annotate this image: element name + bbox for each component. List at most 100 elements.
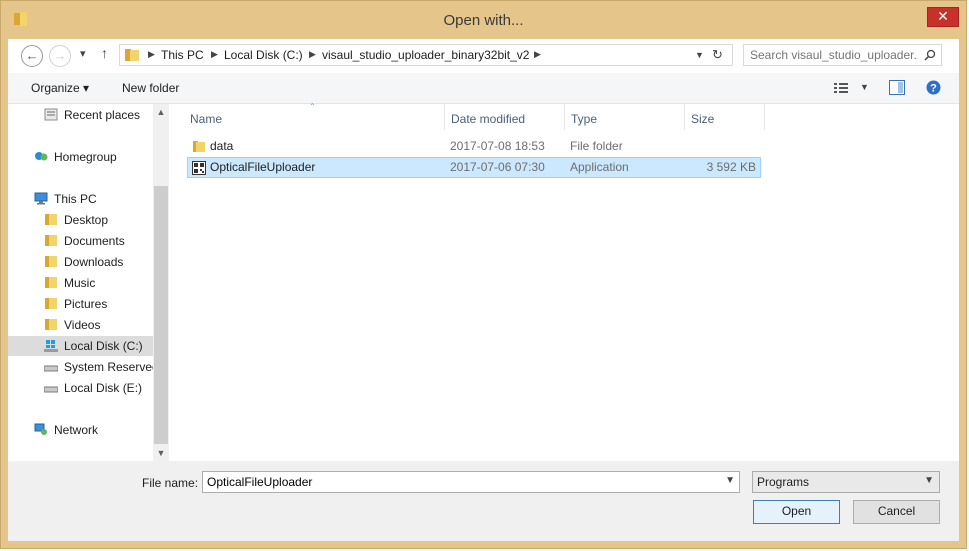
file-date: 2017-07-08 18:53 [450,139,545,153]
nav-item-label: Documents [64,234,125,248]
folder-icon [45,256,57,267]
file-name-label: File name: [142,476,199,490]
nav-item-downloads[interactable]: Downloads [8,252,153,272]
help-icon[interactable]: ? [926,80,941,95]
open-with-dialog: Open with... ✕ ← → ▾ ↑ ▶ This PC ▶ Local… [0,0,967,549]
nav-item-label: Downloads [64,255,124,269]
application-icon [192,161,206,175]
scroll-down-icon[interactable]: ▼ [153,445,169,461]
breadcrumb-this-pc[interactable]: This PC [161,48,204,62]
nav-item-videos[interactable]: Videos [8,315,153,335]
nav-item-music[interactable]: Music [8,273,153,293]
address-bar[interactable]: ▶ This PC ▶ Local Disk (C:) ▶ visaul_stu… [119,44,733,66]
network-icon [34,423,47,435]
scroll-up-icon[interactable]: ▲ [153,104,169,120]
nav-item-label: This PC [54,192,97,206]
file-type-value: Programs [757,475,810,489]
breadcrumb-separator-icon[interactable]: ▶ [211,49,218,60]
folder-icon [125,49,139,61]
nav-item-this-pc[interactable]: This PC [8,189,153,209]
svg-text:?: ? [930,83,937,95]
file-name-combobox[interactable]: ▼ [202,471,740,493]
chevron-down-icon[interactable]: ▼ [924,475,934,486]
view-options-icon[interactable] [834,82,850,94]
refresh-icon[interactable]: ↻ [712,47,723,63]
search-input[interactable] [750,47,918,63]
folder-icon [193,141,205,152]
nav-item-label: Pictures [64,297,108,311]
back-button[interactable]: ← [21,45,43,67]
file-name-input[interactable] [207,475,707,489]
folder-icon [45,214,57,225]
nav-item-label: Local Disk (C:) [64,339,143,353]
close-button[interactable]: ✕ [927,7,959,27]
nav-item-label: Recent places [64,108,141,122]
file-name: OpticalFileUploader [210,160,316,174]
window-title: Open with... [443,12,524,29]
column-divider[interactable] [564,104,565,130]
preview-pane-icon[interactable] [889,80,905,95]
homegroup-icon [35,152,48,161]
nav-item-system-reserved[interactable]: System Reserved [8,357,153,377]
nav-item-pictures[interactable]: Pictures [8,294,153,314]
nav-item-local-disk-c[interactable]: Local Disk (C:) [8,336,153,356]
up-button[interactable]: ↑ [101,45,108,61]
column-divider[interactable] [684,104,685,130]
column-header-date-modified[interactable]: Date modified [451,112,525,126]
nav-item-label: Local Disk (E:) [64,381,143,395]
navigation-pane: Recent places Homegroup This PC Desktop … [8,104,153,461]
file-list: ⌃ Name Date modified Type Size data 2017… [169,102,959,461]
recent-locations-button[interactable]: ▾ [80,47,86,60]
nav-item-network[interactable]: Network [8,420,153,440]
table-row[interactable]: data 2017-07-08 18:53 File folder [187,136,761,157]
breadcrumb-separator-icon[interactable]: ▶ [534,49,541,60]
column-header-type[interactable]: Type [571,112,597,126]
breadcrumb-separator-icon[interactable]: ▶ [309,49,316,60]
computer-icon [34,192,48,205]
column-divider[interactable] [764,104,765,130]
nav-item-desktop[interactable]: Desktop [8,210,153,230]
file-type-select[interactable]: Programs ▼ [752,471,940,493]
nav-item-label: System Reserved [64,360,153,374]
breadcrumb-local-disk[interactable]: Local Disk (C:) [224,48,303,62]
file-size: 3 592 KB [706,160,756,174]
breadcrumb-current-folder[interactable]: visaul_studio_uploader_binary32bit_v2 [322,48,529,62]
command-toolbar: Organize ▾ New folder ▼ ? [8,73,959,104]
folder-icon [45,235,57,246]
title-bar: Open with... ✕ [1,1,966,39]
forward-button[interactable]: → [49,45,71,67]
column-divider[interactable] [444,104,445,130]
new-folder-button[interactable]: New folder [122,81,179,95]
nav-item-label: Homegroup [54,150,117,164]
file-type: File folder [570,139,623,153]
chevron-down-icon[interactable]: ▼ [725,475,735,486]
dialog-body: ← → ▾ ↑ ▶ This PC ▶ Local Disk (C:) ▶ vi… [8,39,959,541]
folder-icon [45,298,57,309]
folder-icon [45,277,57,288]
column-header-name[interactable]: Name [190,112,222,126]
sort-indicator-icon: ⌃ [309,102,316,111]
table-row[interactable]: OpticalFileUploader 2017-07-06 07:30 App… [187,157,761,178]
drive-icon [44,365,58,372]
view-dropdown-icon[interactable]: ▼ [860,82,869,92]
cancel-button[interactable]: Cancel [853,500,940,524]
address-dropdown-icon[interactable]: ▼ [695,50,704,60]
breadcrumb-separator-icon[interactable]: ▶ [148,49,155,60]
scrollbar-thumb[interactable] [154,186,168,444]
navigation-scrollbar[interactable]: ▲ ▼ [153,104,169,461]
drive-icon [44,386,58,393]
nav-item-label: Videos [64,318,101,332]
nav-item-local-disk-e[interactable]: Local Disk (E:) [8,378,153,398]
nav-item-recent-places[interactable]: Recent places [8,105,153,125]
organize-menu[interactable]: Organize ▾ [31,81,89,95]
column-header-size[interactable]: Size [691,112,714,126]
nav-item-documents[interactable]: Documents [8,231,153,251]
address-row: ← → ▾ ↑ ▶ This PC ▶ Local Disk (C:) ▶ vi… [8,39,959,73]
nav-item-homegroup[interactable]: Homegroup [8,147,153,167]
search-icon[interactable] [924,49,936,61]
open-button[interactable]: Open [753,500,840,524]
nav-item-label: Desktop [64,213,109,227]
search-box[interactable] [743,44,942,66]
file-type: Application [570,160,629,174]
recent-places-icon [44,108,58,121]
